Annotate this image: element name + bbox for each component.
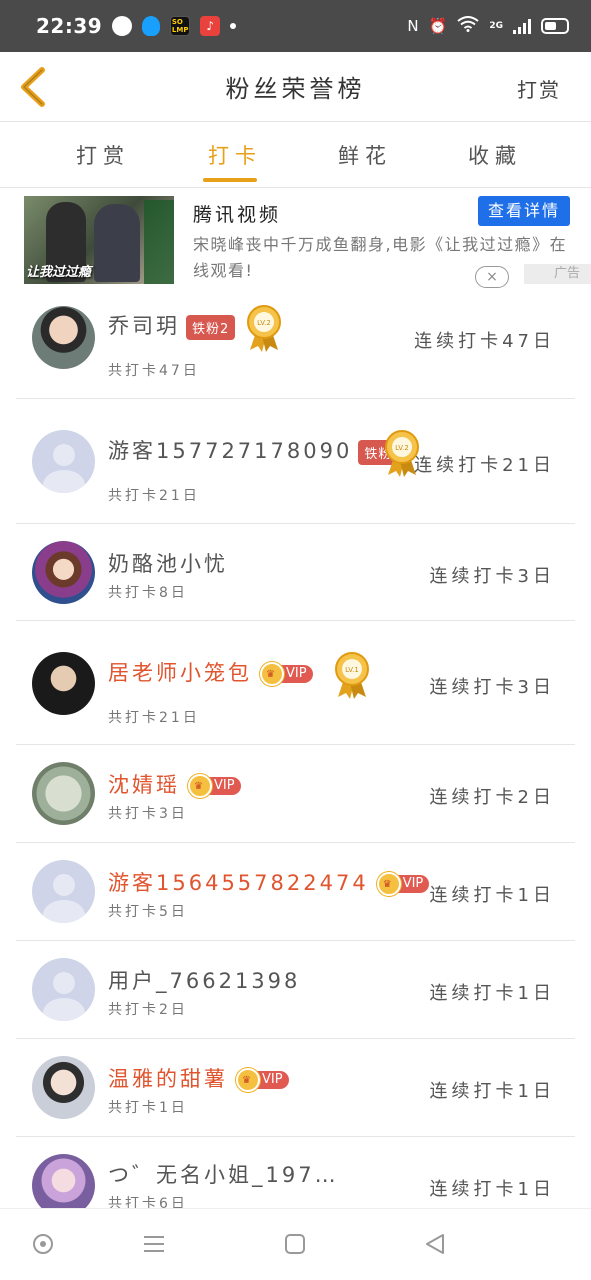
user-name: 沈婧瑶 ♛ VIP	[108, 769, 241, 799]
battery-icon	[541, 18, 569, 34]
page-title: 粉丝荣誉榜	[225, 75, 366, 103]
system-nav-bar	[0, 1208, 591, 1280]
signal-icon	[513, 18, 531, 34]
avatar[interactable]	[32, 860, 95, 923]
streak-days: 连续打卡1日	[429, 1179, 555, 1200]
network-type-label: 2G	[489, 21, 503, 31]
user-name: つ゛无名小姐_197…	[108, 1163, 339, 1187]
user-name: 游客157727178090 铁粉1	[108, 435, 408, 465]
crown-icon: ♛	[236, 1068, 260, 1092]
user-name: 游客1564557822474 ♛ VIP	[108, 867, 430, 897]
ad-source: 腾讯视频	[193, 204, 282, 226]
ad-label: 广告	[524, 264, 591, 284]
streak-days: 连续打卡47日	[414, 331, 555, 352]
status-time: 22:39	[36, 14, 103, 38]
alarm-icon: ⏰	[428, 17, 448, 35]
list-item[interactable]: 温雅的甜薯 ♛ VIP 共打卡1日 连续打卡1日	[16, 1039, 575, 1137]
list-item[interactable]: つ゛无名小姐_197… 共打卡6日 连续打卡1日	[16, 1137, 575, 1217]
tip-button[interactable]: 打赏	[517, 74, 561, 103]
medal-icon: LV.1	[335, 652, 369, 699]
streak-days: 连续打卡1日	[429, 1081, 555, 1102]
streak-days: 连续打卡3日	[429, 566, 555, 587]
list-item[interactable]: 沈婧瑶 ♛ VIP 共打卡3日 连续打卡2日	[16, 745, 575, 843]
streak-days: 连续打卡2日	[429, 787, 555, 808]
tab-favorites[interactable]: 收藏	[468, 140, 522, 170]
vip-badge: ♛ VIP	[188, 774, 241, 798]
qq-icon	[142, 16, 161, 36]
ad-thumbnail[interactable]: 让我过过瘾	[24, 196, 174, 284]
wifi-icon	[457, 16, 479, 36]
tab-bar: 打赏 打卡 鲜花 收藏	[0, 122, 591, 188]
back-button[interactable]	[16, 66, 52, 108]
checkin-leaderboard: 乔司玥 铁粉2 LV.2 共打卡47日 连续打卡47日 游客15772717809…	[0, 288, 591, 1217]
chevron-left-icon	[21, 67, 45, 107]
total-checkin-days: 共打卡5日	[108, 904, 188, 920]
total-checkin-days: 共打卡3日	[108, 806, 188, 822]
active-tab-indicator	[203, 178, 257, 182]
ad-banner[interactable]: 让我过过瘾 腾讯视频 查看详情 宋晓峰丧中千万成鱼翻身,电影《让我过过瘾》在线观…	[0, 188, 591, 288]
medal-icon: LV.2	[247, 305, 281, 352]
total-checkin-days: 共打卡47日	[108, 363, 200, 379]
list-item[interactable]: 乔司玥 铁粉2 LV.2 共打卡47日 连续打卡47日	[16, 288, 575, 399]
music-app-icon: ♪	[200, 16, 221, 36]
user-name: 用户_76621398	[108, 969, 301, 993]
avatar[interactable]	[32, 958, 95, 1021]
tab-flowers[interactable]: 鲜花	[338, 140, 392, 170]
list-item[interactable]: 用户_76621398 共打卡2日 连续打卡1日	[16, 941, 575, 1039]
total-checkin-days: 共打卡2日	[108, 1002, 188, 1018]
tab-tip[interactable]: 打赏	[76, 140, 130, 170]
list-item[interactable]: 游客157727178090 铁粉1 LV.2 共打卡21日 连续打卡21日	[16, 399, 575, 524]
svg-text:LV.2: LV.2	[395, 444, 409, 452]
user-name: 乔司玥 铁粉2	[108, 310, 236, 340]
vip-badge: ♛ VIP	[376, 872, 430, 896]
avatar[interactable]	[32, 762, 95, 825]
streak-days: 连续打卡21日	[414, 455, 555, 476]
notification-dot-icon	[230, 23, 237, 29]
vip-badge: ♛ VIP	[236, 1068, 289, 1092]
fan-level-badge: 铁粉2	[186, 314, 236, 340]
svg-text:LV.1: LV.1	[345, 666, 359, 674]
ad-close-button[interactable]: ×	[475, 266, 509, 288]
user-name: 居老师小笼包 ♛ VIP	[108, 657, 313, 687]
user-name: 温雅的甜薯 ♛ VIP	[108, 1063, 289, 1093]
avatar[interactable]	[32, 541, 95, 604]
streak-days: 连续打卡1日	[429, 885, 555, 906]
vip-badge: ♛ VIP	[260, 662, 313, 686]
user-name: 奶酪池小忧	[108, 552, 228, 576]
avatar[interactable]	[32, 430, 95, 493]
list-item[interactable]: 居老师小笼包 ♛ VIP LV.1 共打卡21日 连续打卡3日	[16, 621, 575, 745]
streak-days: 连续打卡1日	[429, 983, 555, 1004]
ad-thumbnail-caption: 让我过过瘾	[26, 265, 92, 280]
nfc-icon: N	[407, 17, 419, 35]
tab-checkin[interactable]: 打卡	[208, 140, 262, 170]
ad-details-button[interactable]: 查看详情	[478, 196, 570, 226]
total-checkin-days: 共打卡21日	[108, 710, 200, 726]
ad-description: 宋晓峰丧中千万成鱼翻身,电影《让我过过瘾》在线观看!	[193, 235, 568, 280]
total-checkin-days: 共打卡21日	[108, 488, 200, 504]
crown-icon: ♛	[188, 774, 212, 798]
home-icon[interactable]	[284, 1233, 306, 1255]
assistant-icon[interactable]	[32, 1233, 54, 1255]
crown-icon: ♛	[376, 872, 401, 896]
avatar[interactable]	[32, 1056, 95, 1119]
status-bar: 22:39 SO LMP ♪ N ⏰ 2G	[0, 0, 591, 52]
total-checkin-days: 共打卡8日	[108, 585, 188, 601]
svg-text:LV.2: LV.2	[257, 319, 271, 327]
page-header: 粉丝荣誉榜 打赏	[0, 52, 591, 122]
avatar[interactable]	[32, 306, 95, 369]
soul-app-icon: SO LMP	[170, 16, 191, 36]
streak-days: 连续打卡3日	[429, 677, 555, 698]
list-item[interactable]: 奶酪池小忧 共打卡8日 连续打卡3日	[16, 524, 575, 621]
avatar[interactable]	[32, 652, 95, 715]
crown-icon: ♛	[260, 662, 284, 686]
list-item[interactable]: 游客1564557822474 ♛ VIP 共打卡5日 连续打卡1日	[16, 843, 575, 941]
menu-icon[interactable]	[143, 1233, 165, 1255]
total-checkin-days: 共打卡1日	[108, 1100, 188, 1116]
back-nav-icon[interactable]	[424, 1233, 446, 1255]
globe-icon	[112, 16, 133, 36]
